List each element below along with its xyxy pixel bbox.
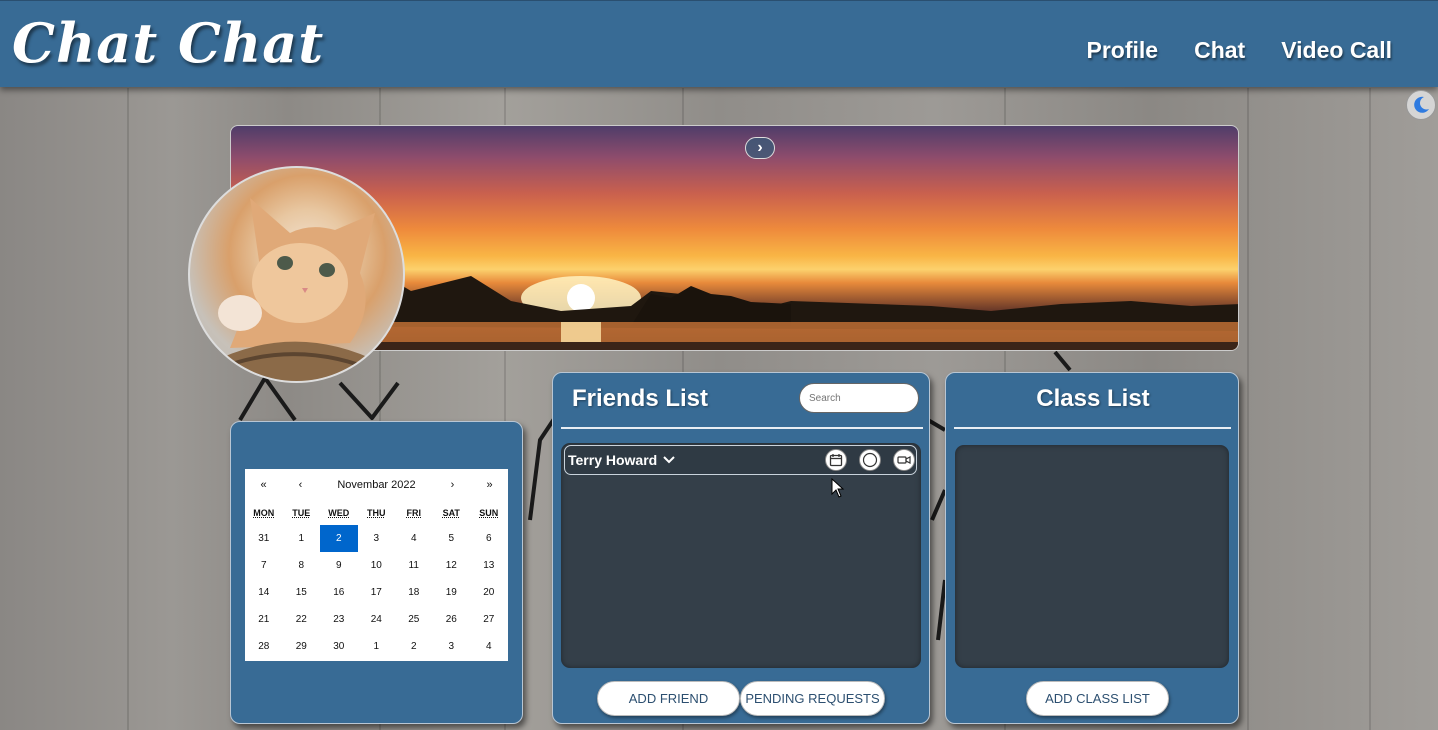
weekday-label: TUE	[292, 508, 311, 518]
calendar-day[interactable]: 13	[470, 552, 508, 579]
nav-chat[interactable]: Chat	[1194, 37, 1245, 64]
prev-month-button[interactable]: ‹	[282, 479, 319, 491]
next-month-button[interactable]: ›	[434, 479, 471, 491]
calendar-day[interactable]: 2	[395, 633, 433, 660]
calendar-day[interactable]: 28	[245, 633, 283, 660]
class-list-title: Class List	[1036, 385, 1150, 412]
calendar-day[interactable]: 12	[433, 552, 471, 579]
chevron-down-icon[interactable]	[663, 453, 675, 467]
app-logo[interactable]: Chat Chat	[12, 11, 324, 75]
calendar-day[interactable]: 18	[395, 579, 433, 606]
calendar-day[interactable]: 11	[395, 552, 433, 579]
prev-year-button[interactable]: «	[245, 479, 282, 491]
calendar-day[interactable]: 26	[433, 606, 471, 633]
mouse-cursor-icon	[831, 478, 845, 498]
calendar-day[interactable]: 19	[433, 579, 471, 606]
nav-video-call[interactable]: Video Call	[1281, 37, 1392, 64]
calendar-day[interactable]: 30	[320, 633, 358, 660]
weekday-label: MON	[253, 508, 275, 518]
calendar-day[interactable]: 16	[320, 579, 358, 606]
weekday-label: FRI	[406, 508, 422, 518]
weekday-label: SAT	[442, 508, 460, 518]
video-camera-icon[interactable]	[893, 449, 915, 471]
calendar-day[interactable]: 4	[470, 633, 508, 660]
class-list-box	[955, 445, 1229, 668]
weekday-label: THU	[367, 508, 386, 518]
class-divider	[954, 427, 1231, 429]
calendar-day[interactable]: 8	[283, 552, 321, 579]
calendar-day[interactable]: 7	[245, 552, 283, 579]
chevron-right-icon: ›	[757, 139, 763, 156]
add-class-list-button[interactable]: ADD CLASS LIST	[1026, 681, 1169, 716]
calendar-day[interactable]: 29	[283, 633, 321, 660]
calendar-day[interactable]: 15	[283, 579, 321, 606]
calendar-icon[interactable]	[825, 449, 847, 471]
calendar-day[interactable]: 1	[283, 525, 321, 552]
calendar-day[interactable]: 10	[358, 552, 396, 579]
main-nav: Profile Chat Video Call	[1087, 37, 1392, 64]
calendar-day[interactable]: 21	[245, 606, 283, 633]
calendar-day[interactable]: 1	[358, 633, 396, 660]
calendar-grid: MON TUE WED THU FRI SAT SUN 31 1 2 3 4 5 6 7 8 9 10 11 12 13…	[245, 501, 508, 660]
calendar-day[interactable]: 4	[395, 525, 433, 552]
moon-icon	[1414, 96, 1429, 113]
weekday-label: SUN	[479, 508, 499, 518]
friends-list-title: Friends List	[572, 385, 709, 412]
calendar-day[interactable]: 22	[283, 606, 321, 633]
calendar-day[interactable]: 17	[358, 579, 396, 606]
chat-bubble-icon[interactable]	[859, 449, 881, 471]
calendar-day[interactable]: 23	[320, 606, 358, 633]
add-friend-button[interactable]: ADD FRIEND	[597, 681, 740, 716]
calendar-header: « ‹ Novembar 2022 › »	[245, 469, 508, 501]
calendar-widget: « ‹ Novembar 2022 › » MON TUE WED THU FRI SAT…	[245, 469, 508, 661]
dark-mode-toggle[interactable]	[1406, 90, 1436, 120]
calendar-day[interactable]: 24	[358, 606, 396, 633]
calendar-day[interactable]: 6	[470, 525, 508, 552]
calendar-day[interactable]: 27	[470, 606, 508, 633]
calendar-day[interactable]: 20	[470, 579, 508, 606]
calendar-panel: « ‹ Novembar 2022 › » MON TUE WED THU FRI SAT…	[230, 421, 523, 724]
friends-divider	[561, 427, 923, 429]
calendar-day[interactable]: 3	[358, 525, 396, 552]
calendar-day[interactable]: 3	[433, 633, 471, 660]
pending-requests-button[interactable]: PENDING REQUESTS	[740, 681, 885, 716]
calendar-day[interactable]: 9	[320, 552, 358, 579]
calendar-month-label[interactable]: Novembar 2022	[319, 479, 434, 491]
calendar-day[interactable]: 2	[320, 525, 358, 552]
weekday-label: WED	[328, 508, 350, 518]
friends-search-input[interactable]	[799, 383, 919, 413]
friends-list-panel: Friends List Terry Howard ADD FRIEND PEN…	[552, 372, 930, 724]
friends-list-box	[561, 443, 921, 668]
profile-avatar[interactable]	[188, 166, 405, 383]
banner-next-button[interactable]: ›	[745, 137, 775, 159]
app-header: Chat Chat Profile Chat Video Call	[0, 0, 1438, 87]
nav-profile[interactable]: Profile	[1087, 37, 1159, 64]
class-list-panel: Class List ADD CLASS LIST	[945, 372, 1239, 724]
cat-photo	[210, 198, 390, 381]
calendar-day[interactable]: 25	[395, 606, 433, 633]
next-year-button[interactable]: »	[471, 479, 508, 491]
calendar-day[interactable]: 31	[245, 525, 283, 552]
friend-name: Terry Howard	[568, 452, 658, 468]
friend-item[interactable]: Terry Howard	[564, 445, 917, 475]
calendar-day[interactable]: 14	[245, 579, 283, 606]
calendar-day[interactable]: 5	[433, 525, 471, 552]
